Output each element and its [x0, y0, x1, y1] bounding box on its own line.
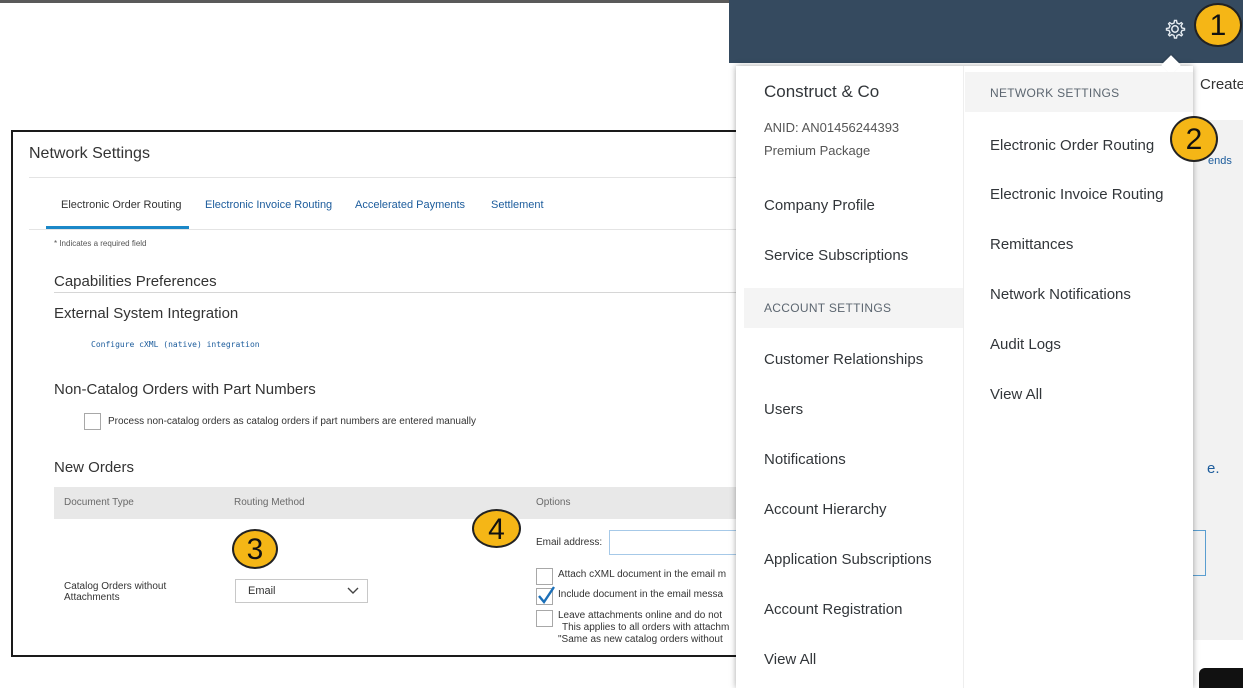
- network-settings-header: NETWORK SETTINGS: [990, 86, 1120, 100]
- capabilities-heading: Capabilities Preferences: [54, 273, 217, 290]
- company-name: Construct & Co: [764, 82, 880, 101]
- leave-attachments-label: Leave attachments online and do not: [558, 610, 723, 621]
- capabilities-divider: [54, 292, 749, 293]
- menu-account-hierarchy[interactable]: Account Hierarchy: [764, 501, 887, 518]
- attach-cxml-checkbox[interactable]: [536, 568, 553, 585]
- attach-cxml-label: Attach cXML document in the email m: [558, 569, 727, 580]
- table-header: Document Type Routing Method Options: [54, 487, 749, 519]
- menu-users[interactable]: Users: [764, 401, 803, 418]
- dropdown-column-divider: [963, 66, 964, 688]
- required-field-note: * Indicates a required field: [54, 239, 147, 248]
- tab-accelerated-payments[interactable]: Accelerated Payments: [355, 199, 465, 211]
- routing-method-select[interactable]: Email: [235, 579, 368, 603]
- step-badge-2: 2: [1170, 116, 1218, 162]
- menu-view-all-network[interactable]: View All: [990, 386, 1042, 403]
- menu-service-subscriptions[interactable]: Service Subscriptions: [764, 247, 908, 264]
- non-catalog-heading: Non-Catalog Orders with Part Numbers: [54, 381, 316, 398]
- email-address-input[interactable]: [609, 530, 749, 555]
- anid-text: ANID: AN01456244393: [764, 120, 900, 135]
- network-settings-panel: Network Settings Electronic Order Routin…: [11, 130, 751, 657]
- email-address-label: Email address:: [536, 537, 603, 548]
- gear-icon[interactable]: [1163, 17, 1187, 41]
- column-header-document-type: Document Type: [64, 497, 134, 508]
- menu-electronic-order-routing[interactable]: Electronic Order Routing: [990, 137, 1154, 154]
- non-catalog-checkbox[interactable]: [84, 413, 101, 430]
- menu-application-subscriptions[interactable]: Application Subscriptions: [764, 551, 932, 568]
- menu-view-all-account[interactable]: View All: [764, 651, 816, 668]
- menu-company-profile[interactable]: Company Profile: [764, 197, 875, 214]
- e-text-fragment: e.: [1207, 460, 1220, 477]
- menu-notifications[interactable]: Notifications: [764, 451, 846, 468]
- menu-electronic-invoice-routing[interactable]: Electronic Invoice Routing: [990, 186, 1163, 203]
- page-title: Network Settings: [29, 145, 150, 162]
- tab-electronic-invoice-routing[interactable]: Electronic Invoice Routing: [205, 199, 332, 211]
- create-text-fragment: Create: [1200, 76, 1243, 93]
- account-settings-header: ACCOUNT SETTINGS: [764, 301, 892, 315]
- tab-electronic-order-routing[interactable]: Electronic Order Routing: [61, 199, 181, 211]
- package-text: Premium Package: [764, 143, 871, 158]
- configure-cxml-link[interactable]: Configure cXML (native) integration: [91, 340, 260, 349]
- attachments-note-line1: This applies to all orders with attachm: [562, 622, 730, 633]
- column-header-routing-method: Routing Method: [234, 497, 305, 508]
- routing-method-value: Email: [248, 585, 276, 597]
- menu-account-registration[interactable]: Account Registration: [764, 601, 902, 618]
- background-bottom-element: [1199, 668, 1243, 688]
- title-divider: [29, 177, 749, 178]
- new-orders-heading: New Orders: [54, 459, 135, 476]
- chevron-down-icon: [347, 584, 359, 599]
- include-document-label: Include document in the email messa: [558, 589, 724, 600]
- non-catalog-checkbox-label: Process non-catalog orders as catalog or…: [108, 416, 476, 427]
- attachments-note-line2: "Same as new catalog orders without: [558, 634, 723, 645]
- step-badge-4: 4: [472, 509, 521, 548]
- menu-customer-relationships[interactable]: Customer Relationships: [764, 351, 923, 368]
- document-type-cell: Catalog Orders without Attachments: [64, 581, 167, 603]
- ends-text-fragment: ends: [1208, 155, 1232, 167]
- checkmark-icon: [536, 585, 556, 610]
- include-document-checkbox[interactable]: [536, 586, 555, 605]
- step-badge-3: 3: [232, 529, 278, 569]
- tab-settlement[interactable]: Settlement: [491, 199, 544, 211]
- tabs-divider: [29, 229, 749, 230]
- menu-remittances[interactable]: Remittances: [990, 236, 1073, 253]
- leave-attachments-checkbox[interactable]: [536, 610, 553, 627]
- step-badge-1: 1: [1194, 3, 1242, 47]
- column-header-options: Options: [536, 497, 571, 508]
- menu-network-notifications[interactable]: Network Notifications: [990, 286, 1131, 303]
- menu-audit-logs[interactable]: Audit Logs: [990, 336, 1061, 353]
- external-integration-heading: External System Integration: [54, 305, 239, 322]
- account-settings-dropdown: [736, 66, 1193, 688]
